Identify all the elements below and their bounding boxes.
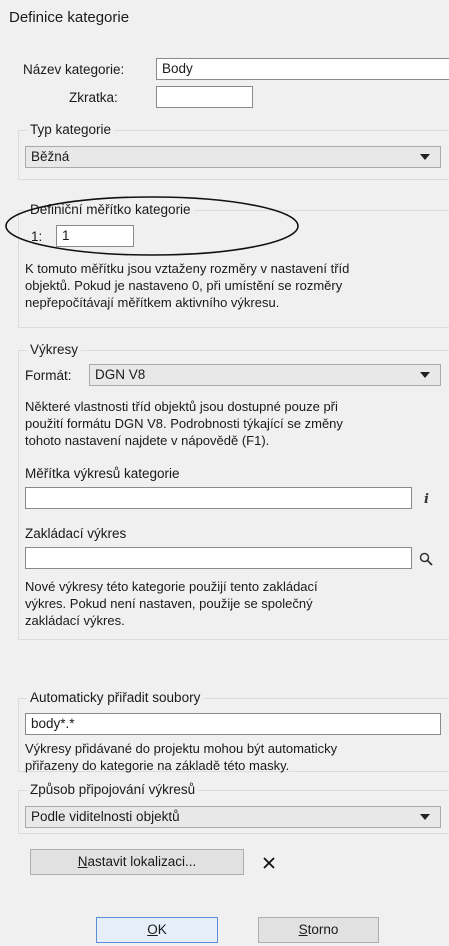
drawing-scales-input[interactable] xyxy=(25,487,412,509)
chevron-down-icon xyxy=(420,372,430,378)
auto-assign-legend: Automaticky přiřadit soubory xyxy=(27,690,204,705)
format-description: Některé vlastnosti tříd objektů jsou dos… xyxy=(25,399,343,448)
chevron-down-icon xyxy=(420,814,430,820)
drawings-legend: Výkresy xyxy=(27,342,82,357)
attach-method-legend: Způsob připojování výkresů xyxy=(27,782,199,797)
svg-text:i: i xyxy=(424,492,429,507)
seed-file-input[interactable] xyxy=(25,547,412,569)
cancel-button[interactable]: Storno xyxy=(258,917,379,943)
set-localization-button[interactable]: Nastavit lokalizaci... xyxy=(30,849,244,875)
seed-file-description: Nové výkresy této kategorie použijí tent… xyxy=(25,579,318,628)
attach-method-value: Podle viditelnosti objektů xyxy=(31,809,180,824)
info-icon[interactable]: i xyxy=(420,489,434,507)
drawing-scales-label: Měřítka výkresů kategorie xyxy=(25,466,180,481)
format-select[interactable]: DGN V8 xyxy=(89,364,441,386)
ok-button[interactable]: OK xyxy=(96,917,218,943)
auto-assign-description: Výkresy přidávané do projektu mohou být … xyxy=(25,741,338,773)
attach-method-select[interactable]: Podle viditelnosti objektů xyxy=(25,806,441,828)
scale-description: K tomuto měřítku jsou vztaženy rozměry v… xyxy=(25,261,350,310)
seed-file-label: Zakládací výkres xyxy=(25,526,127,541)
format-value: DGN V8 xyxy=(95,367,146,382)
close-icon[interactable] xyxy=(262,856,276,870)
format-label: Formát: xyxy=(25,368,72,383)
file-mask-input[interactable]: body*.* xyxy=(25,713,441,735)
search-icon[interactable] xyxy=(418,551,434,567)
